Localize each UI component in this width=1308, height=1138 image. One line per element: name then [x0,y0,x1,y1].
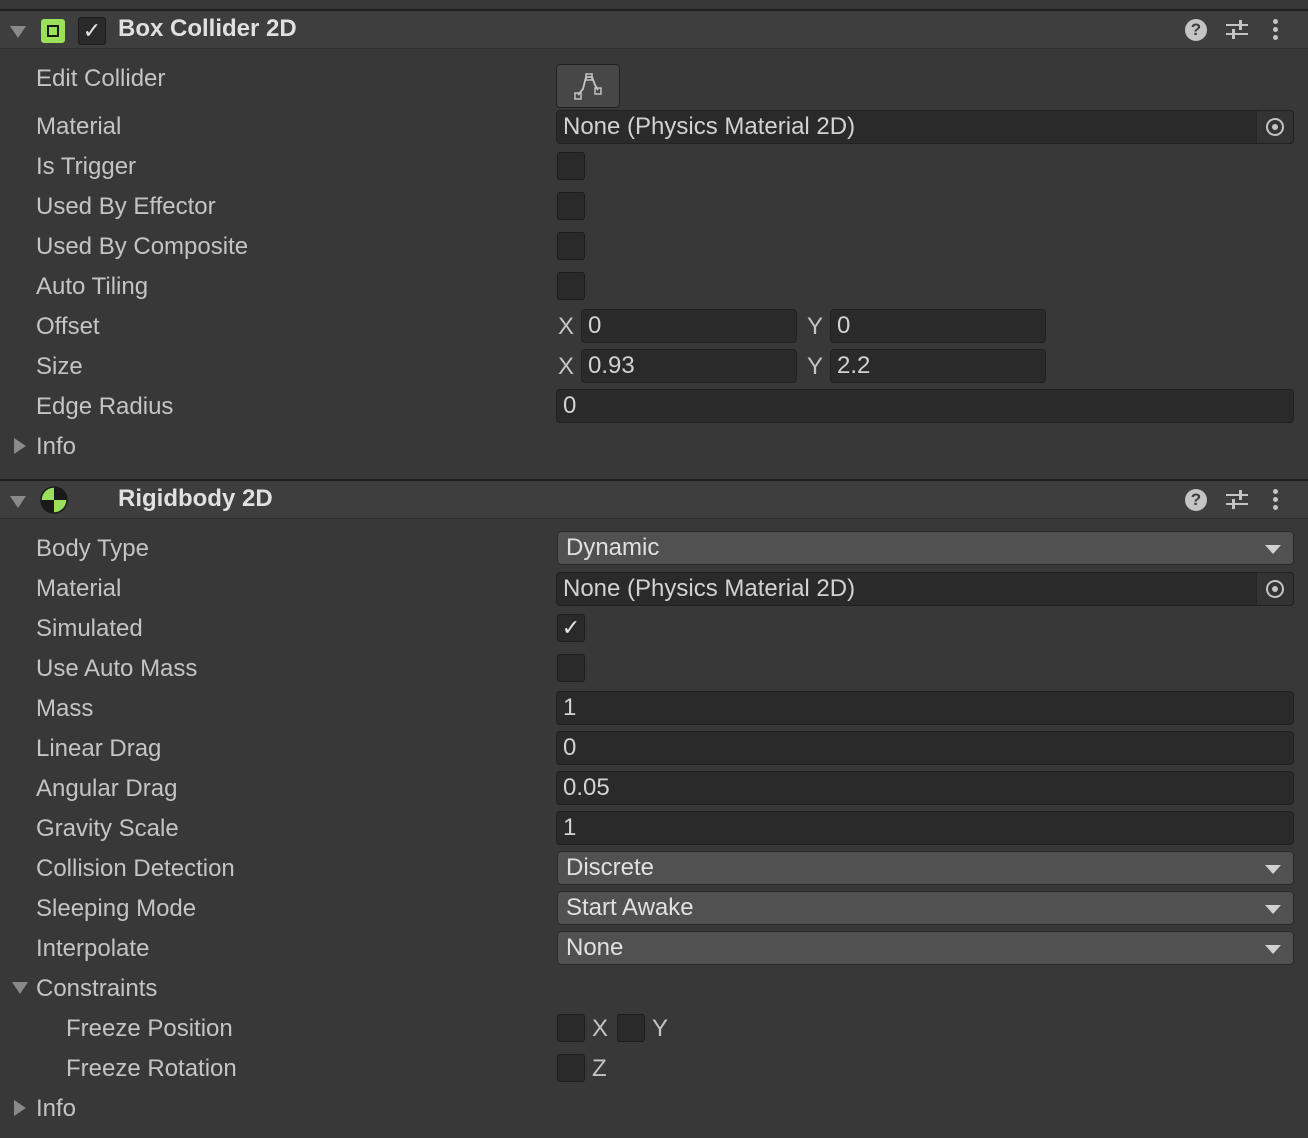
sliders-icon[interactable] [1226,19,1248,41]
interpolate-label: Interpolate [36,935,150,962]
dropdown-caret-icon [1265,945,1281,954]
gravity-scale-label: Gravity Scale [36,815,179,842]
component-enabled-checkbox[interactable]: ✓ [78,17,106,45]
sliders-icon[interactable] [1226,489,1248,511]
freeze-position-x-label: X [592,1015,609,1042]
size-y-label: Y [807,353,824,380]
used-by-composite-label: Used By Composite [36,233,249,260]
collision-detection-value: Discrete [566,854,655,881]
collision-detection-label: Collision Detection [36,855,235,882]
freeze-rotation-z-checkbox[interactable] [557,1054,585,1082]
used-by-effector-checkbox[interactable] [557,192,585,220]
info-foldout-label[interactable]: Info [36,432,76,462]
edit-collider-label: Edit Collider [36,65,166,92]
box-collider-header[interactable]: ✓ Box Collider 2D ? [0,9,1308,49]
freeze-position-label: Freeze Position [66,1015,233,1042]
used-by-effector-label: Used By Effector [36,193,216,220]
auto-tiling-checkbox[interactable] [557,272,585,300]
offset-y-label: Y [807,313,824,340]
freeze-rotation-label: Freeze Rotation [66,1055,237,1082]
info-foldout-arrow-icon[interactable] [14,1100,26,1116]
freeze-position-x-checkbox[interactable] [557,1014,585,1042]
rigidbody-icon [40,486,68,514]
component-title: Rigidbody 2D [118,485,273,512]
size-x-label: X [558,353,575,380]
angular-drag-field[interactable]: 0.05 [556,771,1294,805]
is-trigger-checkbox[interactable] [557,152,585,180]
angular-drag-label: Angular Drag [36,775,178,802]
body-type-dropdown[interactable]: Dynamic [557,531,1294,565]
dropdown-caret-icon [1265,865,1281,874]
constraints-foldout-label[interactable]: Constraints [36,974,157,1004]
component-title: Box Collider 2D [118,15,297,42]
linear-drag-field[interactable]: 0 [556,731,1294,765]
use-auto-mass-checkbox[interactable] [557,654,585,682]
help-icon[interactable]: ? [1185,489,1207,511]
is-trigger-label: Is Trigger [36,153,137,180]
material-label: Material [36,113,122,140]
edit-collider-button[interactable] [556,64,620,108]
size-x-field[interactable]: 0.93 [581,349,797,383]
used-by-composite-checkbox[interactable] [557,232,585,260]
object-picker-icon[interactable] [1256,573,1293,605]
size-label: Size [36,353,83,380]
sleeping-mode-label: Sleeping Mode [36,895,197,922]
object-picker-icon[interactable] [1256,111,1293,143]
simulated-label: Simulated [36,615,143,642]
freeze-position-y-checkbox[interactable] [617,1014,645,1042]
rb-material-value: None (Physics Material 2D) [563,575,856,602]
mass-label: Mass [36,695,94,722]
interpolate-dropdown[interactable]: None [557,931,1294,965]
edge-radius-label: Edge Radius [36,393,174,420]
offset-label: Offset [36,313,100,340]
freeze-position-y-label: Y [652,1015,669,1042]
material-object-field[interactable]: None (Physics Material 2D) [556,110,1294,144]
foldout-arrow-icon[interactable] [10,496,26,508]
auto-tiling-label: Auto Tiling [36,273,149,300]
offset-x-label: X [558,313,575,340]
material-value: None (Physics Material 2D) [563,113,856,140]
freeze-rotation-z-label: Z [592,1055,607,1082]
gravity-scale-field[interactable]: 1 [556,811,1294,845]
linear-drag-label: Linear Drag [36,735,162,762]
rb-material-object-field[interactable]: None (Physics Material 2D) [556,572,1294,606]
kebab-menu-icon[interactable] [1273,489,1278,513]
sleeping-mode-dropdown[interactable]: Start Awake [557,891,1294,925]
body-type-value: Dynamic [566,534,660,561]
offset-x-field[interactable]: 0 [581,309,797,343]
dropdown-caret-icon [1265,545,1281,554]
box-collider-icon [41,19,65,43]
edge-radius-field[interactable]: 0 [556,389,1294,423]
interpolate-value: None [566,934,624,961]
mass-field[interactable]: 1 [556,691,1294,725]
simulated-checkbox[interactable]: ✓ [557,614,585,642]
rigidbody-header[interactable]: Rigidbody 2D ? [0,479,1308,519]
offset-y-field[interactable]: 0 [830,309,1046,343]
rb-info-foldout-label[interactable]: Info [36,1094,76,1124]
foldout-arrow-icon[interactable] [10,26,26,38]
sleeping-mode-value: Start Awake [566,894,694,921]
info-foldout-arrow-icon[interactable] [14,438,26,454]
body-type-label: Body Type [36,535,149,562]
help-icon[interactable]: ? [1185,19,1207,41]
use-auto-mass-label: Use Auto Mass [36,655,198,682]
size-y-field[interactable]: 2.2 [830,349,1046,383]
edit-collider-icon [574,73,602,100]
constraints-foldout-arrow-icon[interactable] [12,982,28,994]
dropdown-caret-icon [1265,905,1281,914]
kebab-menu-icon[interactable] [1273,19,1278,43]
collision-detection-dropdown[interactable]: Discrete [557,851,1294,885]
rb-material-label: Material [36,575,122,602]
